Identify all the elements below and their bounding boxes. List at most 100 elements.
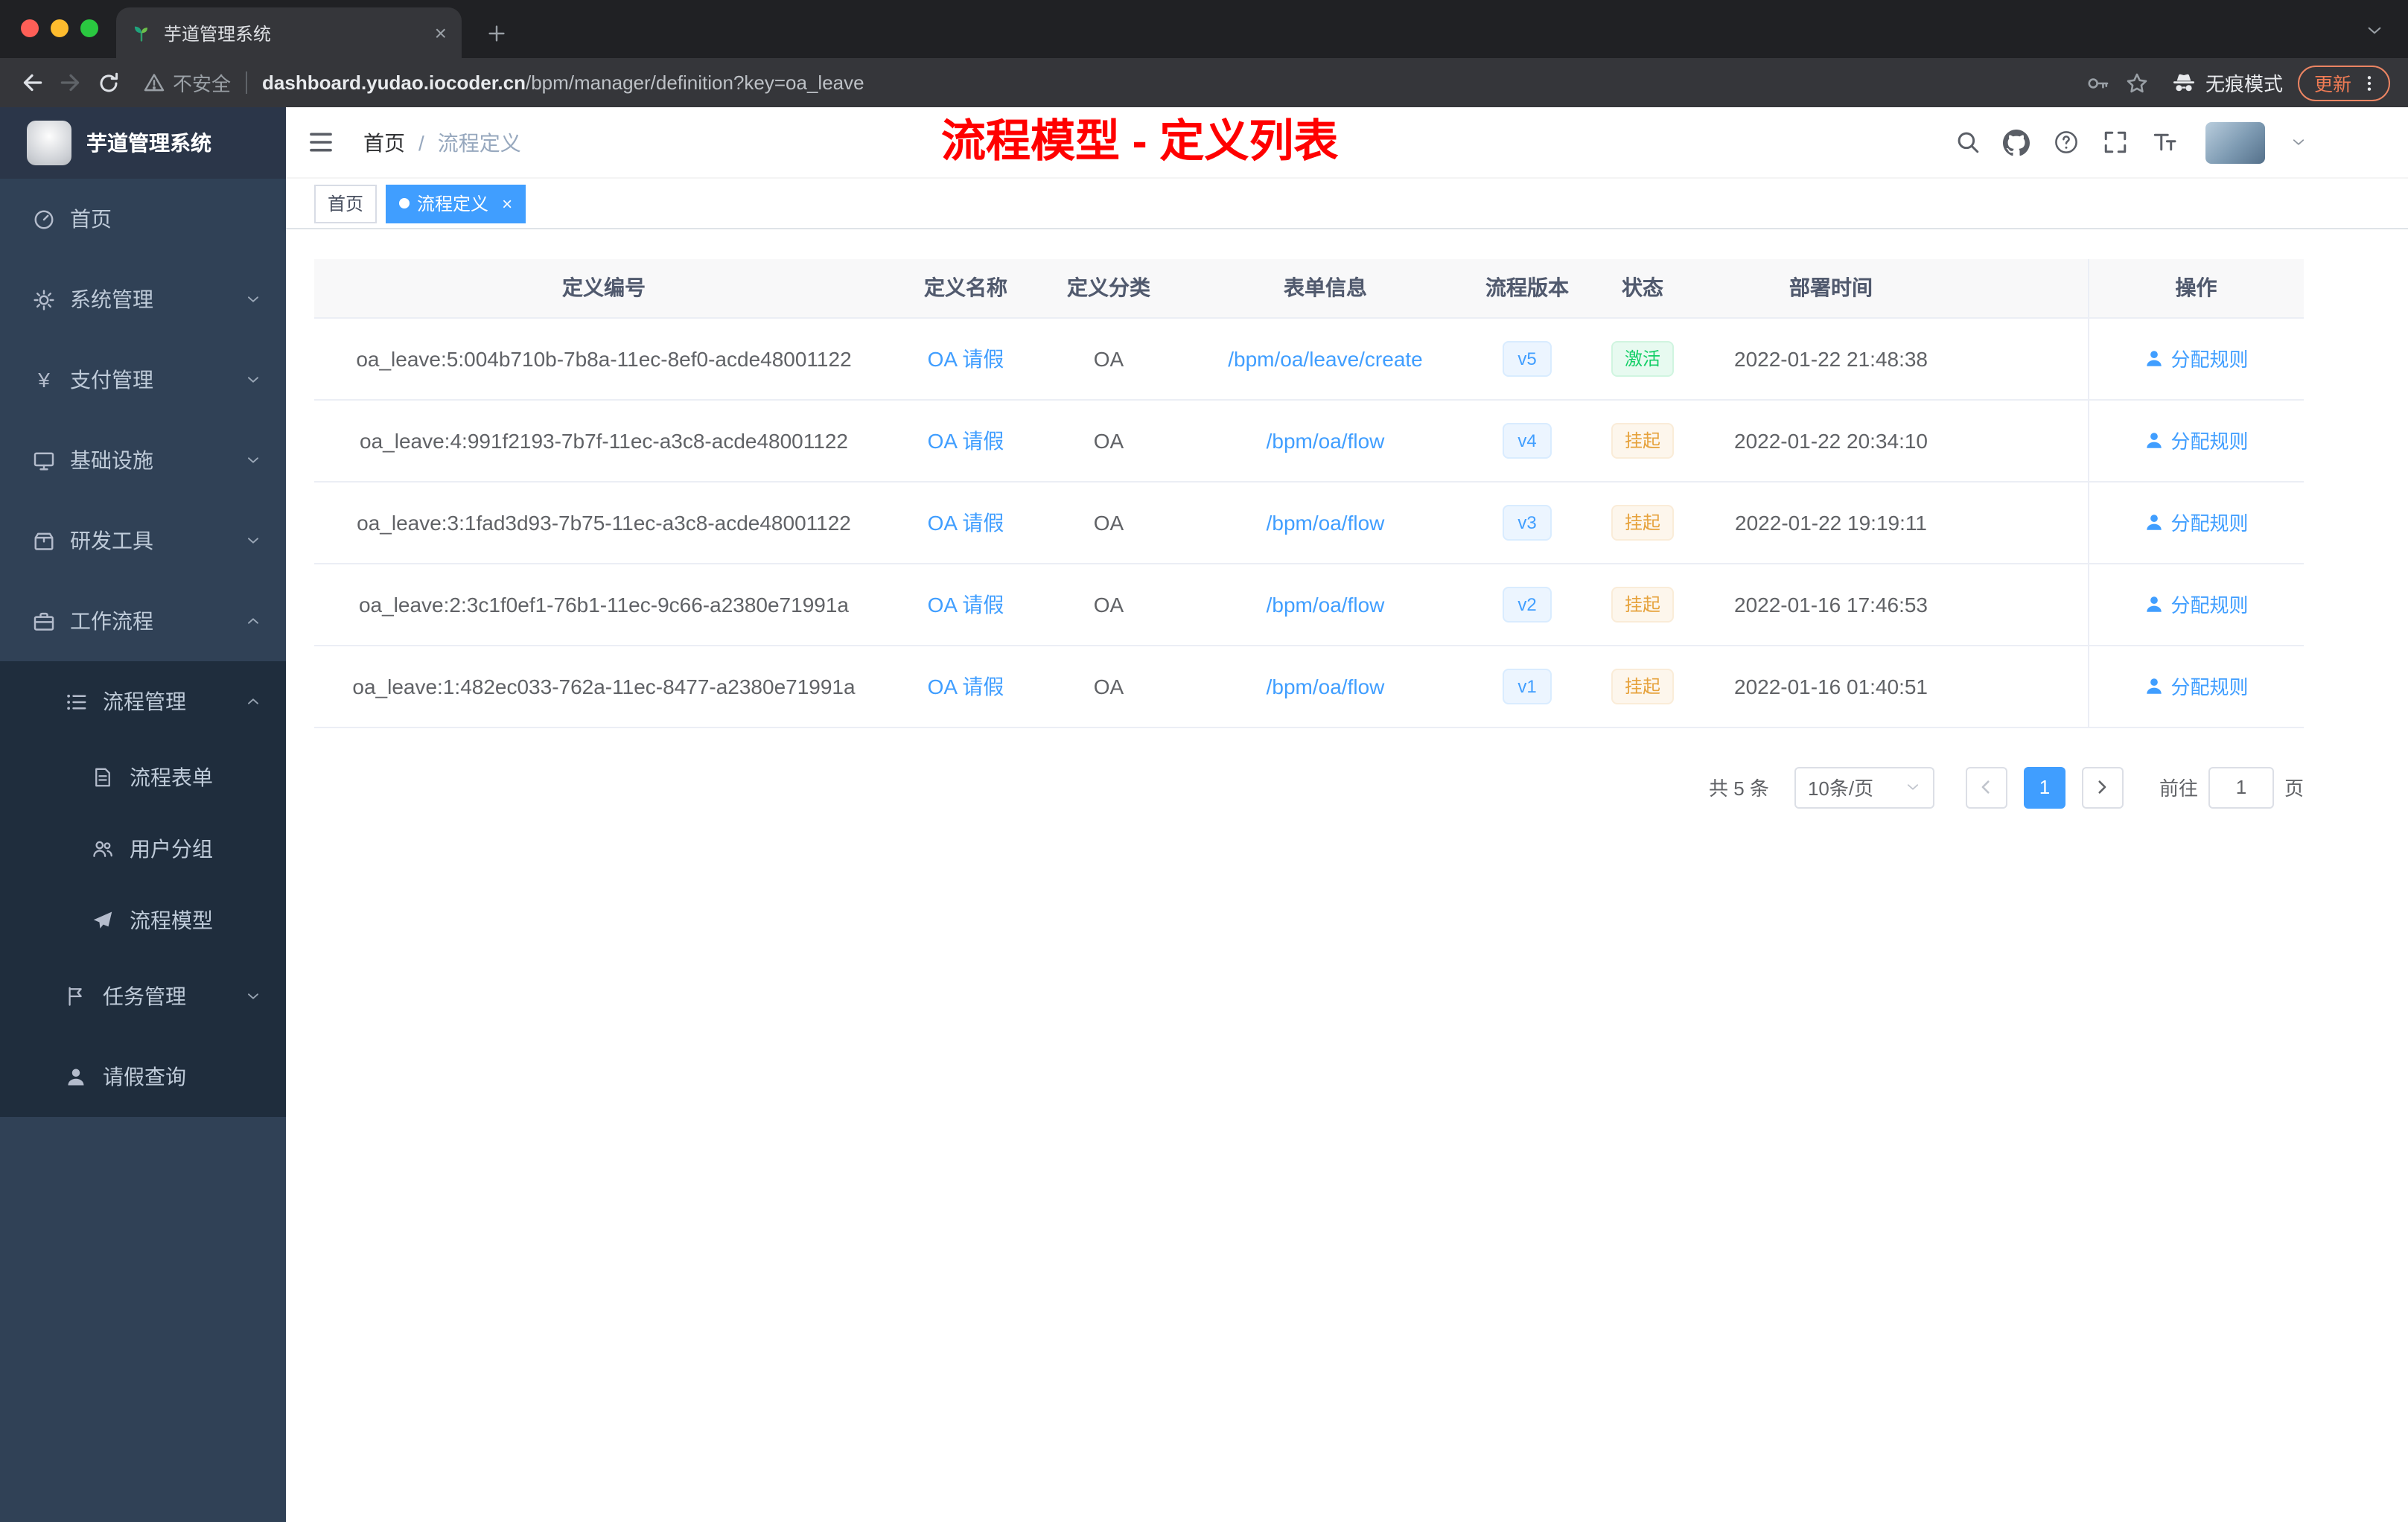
incognito-spy-icon [2173, 74, 2194, 92]
chevron-down-icon [244, 371, 262, 389]
status-badge: 挂起 [1611, 504, 1674, 540]
sidebar-item-dev-tools[interactable]: 研发工具 [0, 500, 286, 581]
person-icon [2146, 351, 2162, 366]
definition-category: OA [1038, 563, 1179, 646]
definition-name-link[interactable]: OA 请假 [928, 674, 1004, 698]
kebab-menu-icon[interactable] [2359, 72, 2380, 93]
sidebar-item-workflow[interactable]: 工作流程 [0, 581, 286, 661]
github-icon[interactable] [2003, 129, 2030, 156]
sidebar-item-label: 请假查询 [103, 1065, 186, 1089]
table-row: oa_leave:3:1fad3d93-7b75-11ec-a3c8-acde4… [314, 481, 2304, 564]
chevron-down-icon [244, 451, 262, 469]
sidebar-item-task-management[interactable]: 任务管理 [0, 956, 286, 1037]
person-icon [2146, 433, 2162, 448]
warning-icon [144, 74, 165, 92]
pagination: 共 5 条 10条/页 1 前往 1 页 [314, 766, 2304, 808]
definition-id: oa_leave:1:482ec033-762a-11ec-8477-a2380… [314, 645, 894, 727]
page-number-button[interactable]: 1 [2023, 766, 2065, 808]
assign-rule-button[interactable]: 分配规则 [2144, 672, 2249, 700]
sidebar-item-payment[interactable]: ¥ 支付管理 [0, 340, 286, 420]
table-header-row: 定义编号 定义名称 定义分类 表单信息 流程版本 状态 部署时间 操作 [314, 259, 2304, 318]
filler-cell [1960, 317, 2088, 400]
tag-process-definition[interactable]: 流程定义 × [386, 184, 526, 223]
minimize-window-button[interactable] [51, 19, 69, 37]
definition-id: oa_leave:2:3c1f0ef1-76b1-11ec-9c66-a2380… [314, 563, 894, 646]
form-info-link[interactable]: /bpm/oa/flow [1267, 510, 1385, 534]
zoom-window-button[interactable] [80, 19, 98, 37]
definition-name-link[interactable]: OA 请假 [928, 346, 1004, 370]
assign-rule-button[interactable]: 分配规则 [2144, 508, 2249, 536]
avatar[interactable] [2205, 121, 2265, 163]
sidebar-item-label: 系统管理 [70, 287, 153, 311]
prev-page-button[interactable] [1965, 766, 2007, 808]
close-window-button[interactable] [21, 19, 39, 37]
assign-rule-button[interactable]: 分配规则 [2144, 344, 2249, 372]
person-icon [2146, 515, 2162, 530]
password-key-icon[interactable] [2079, 63, 2118, 102]
window-controls [21, 19, 98, 37]
tag-close-icon[interactable]: × [502, 194, 512, 212]
security-label: 不安全 [173, 73, 232, 95]
assign-rule-button[interactable]: 分配规则 [2144, 426, 2249, 454]
security-indicator[interactable]: 不安全 [143, 69, 231, 97]
next-page-button[interactable] [2081, 766, 2124, 808]
tag-active-dot [399, 198, 410, 208]
tab-title: 芋道管理系统 [164, 23, 272, 44]
breadcrumb-home[interactable]: 首页 [363, 127, 405, 157]
url-bar[interactable]: dashboard.yudao.iocoder.cn/bpm/manager/d… [262, 71, 864, 94]
definition-id: oa_leave:3:1fad3d93-7b75-11ec-a3c8-acde4… [314, 481, 894, 564]
dashboard-icon [33, 208, 55, 230]
filler-cell [1960, 645, 2088, 727]
definition-name-link[interactable]: OA 请假 [928, 428, 1004, 452]
tab-list-chevron-icon[interactable] [2365, 21, 2384, 40]
sidebar-item-infrastructure[interactable]: 基础设施 [0, 420, 286, 500]
sidebar-item-leave-query[interactable]: 请假查询 [0, 1037, 286, 1117]
sidebar-item-process-model[interactable]: 流程模型 [0, 885, 286, 956]
sidebar-item-user-group[interactable]: 用户分组 [0, 813, 286, 885]
sidebar-item-process-management[interactable]: 流程管理 [0, 661, 286, 742]
form-info-link[interactable]: /bpm/oa/flow [1267, 592, 1385, 616]
table-row: oa_leave:4:991f2193-7b7f-11ec-a3c8-acde4… [314, 399, 2304, 482]
goto-page-input[interactable] [2208, 766, 2274, 808]
page-size-select[interactable]: 10条/页 [1794, 766, 1934, 808]
font-size-icon[interactable] [2150, 129, 2177, 156]
browser-tab[interactable]: 芋道管理系统 × [116, 7, 462, 58]
page-title-annotation: 流程模型 - 定义列表 [941, 118, 1339, 167]
tab-close-icon[interactable]: × [435, 22, 447, 43]
bookmark-star-icon[interactable] [2118, 63, 2156, 102]
back-button[interactable] [12, 63, 51, 102]
form-info-link[interactable]: /bpm/oa/flow [1267, 674, 1385, 698]
sidebar-item-label: 流程管理 [103, 690, 186, 713]
sidebar-logo[interactable]: 芋道管理系统 [0, 107, 286, 179]
table-row: oa_leave:5:004b710b-7b8a-11ec-8ef0-acde4… [314, 317, 2304, 400]
reload-button[interactable] [89, 63, 128, 102]
definition-category: OA [1038, 481, 1179, 564]
new-tab-button[interactable] [477, 13, 515, 52]
form-info-link[interactable]: /bpm/oa/leave/create [1228, 346, 1423, 370]
chevron-up-icon [244, 692, 262, 710]
search-icon[interactable] [1954, 129, 1981, 156]
definition-name-link[interactable]: OA 请假 [928, 510, 1004, 534]
col-definition-category: 定义分类 [1038, 259, 1179, 318]
forward-button[interactable] [51, 63, 89, 102]
help-icon[interactable] [2052, 129, 2079, 156]
fullscreen-icon[interactable] [2101, 129, 2128, 156]
sidebar-item-label: 工作流程 [70, 609, 153, 633]
sidebar-item-process-form[interactable]: 流程表单 [0, 742, 286, 813]
sidebar-item-system[interactable]: 系统管理 [0, 259, 286, 340]
url-domain: dashboard.yudao.iocoder.cn [262, 71, 526, 94]
col-filler [1960, 259, 2088, 318]
hamburger-icon[interactable] [307, 127, 337, 157]
chevron-down-icon [244, 532, 262, 550]
sidebar-item-home[interactable]: 首页 [0, 179, 286, 259]
assign-rule-button[interactable]: 分配规则 [2144, 590, 2249, 618]
form-info-link[interactable]: /bpm/oa/flow [1267, 428, 1385, 452]
status-badge: 挂起 [1611, 668, 1674, 704]
avatar-caret-icon[interactable] [2290, 134, 2307, 150]
browser-menu-update-button[interactable]: 更新 [2297, 65, 2390, 101]
definition-name-link[interactable]: OA 请假 [928, 592, 1004, 616]
sidebar-item-label: 用户分组 [130, 837, 213, 861]
sidebar-item-label: 流程表单 [130, 765, 213, 789]
tag-home[interactable]: 首页 [314, 184, 378, 223]
chevron-down-icon [1905, 779, 1921, 795]
